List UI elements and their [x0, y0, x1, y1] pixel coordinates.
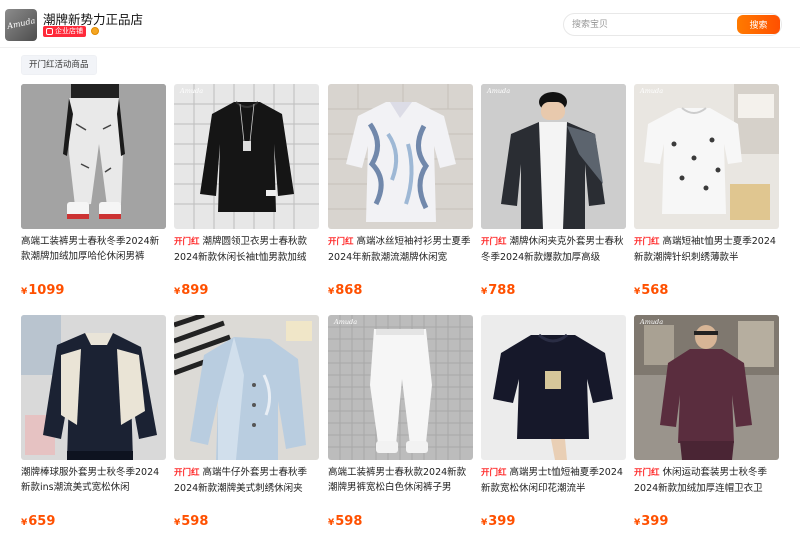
price-value: 788 [488, 283, 516, 298]
currency-symbol: ¥ [634, 518, 641, 528]
product-price: ¥568 [634, 283, 668, 298]
product-title[interactable]: 开门红 高端男士t恤短袖夏季2024新款宽松休闲印花潮流半 [481, 465, 626, 495]
price-value: 899 [181, 283, 209, 298]
promo-label: 开门红 [328, 237, 354, 247]
product-image[interactable]: Amuda [634, 84, 779, 229]
currency-symbol: ¥ [481, 287, 488, 297]
product-price: ¥399 [481, 514, 515, 529]
product-price: ¥659 [21, 514, 55, 529]
shop-logo[interactable]: Amuda [5, 9, 37, 41]
price-value: 568 [641, 283, 669, 298]
product-title[interactable]: 开门红 潮牌休闲夹克外套男士春秋冬季2024新款爆款加厚高级 [481, 234, 626, 264]
product-price: ¥899 [174, 283, 208, 298]
product-price: ¥399 [634, 514, 668, 529]
product-title[interactable]: 高端工装裤男士春秋款2024新款潮牌男裤宽松白色休闲裤子男 [328, 465, 473, 495]
price-value: 598 [181, 514, 209, 529]
price-value: 399 [488, 514, 516, 529]
product-title[interactable]: 开门红 高端冰丝短袖衬衫男士夏季2024年新款潮流潮牌休闲宽 [328, 234, 473, 264]
promo-label: 开门红 [634, 237, 660, 247]
search-input[interactable] [572, 16, 732, 34]
watermark-text: Amuda [639, 87, 663, 95]
watermark-text: Amuda [639, 318, 663, 326]
price-value: 399 [641, 514, 669, 529]
product-price: ¥598 [174, 514, 208, 529]
section-tag[interactable]: 开门红活动商品 [21, 55, 97, 75]
currency-symbol: ¥ [174, 518, 181, 528]
product-title-text: 高端工装裤男士春秋冬季2024新款潮牌加绒加厚哈伦休闲男裤 [21, 236, 160, 262]
product-price: ¥788 [481, 283, 515, 298]
product-title[interactable]: 开门红 高端牛仔外套男士春秋季2024新款潮牌美式刺绣休闲夹 [174, 465, 319, 495]
product-image[interactable]: Amuda [328, 315, 473, 460]
shop-level-icon [91, 27, 99, 35]
search-button[interactable]: 搜索 [737, 15, 780, 34]
watermark-text: Amuda [333, 318, 357, 326]
product-image[interactable] [21, 315, 166, 460]
product-title-text: 高端工装裤男士春秋款2024新款潮牌男裤宽松白色休闲裤子男 [328, 467, 467, 493]
product-title[interactable]: 开门红 休闲运动套装男士秋冬季2024新款加绒加厚连帽卫衣卫 [634, 465, 779, 495]
product-title[interactable]: 高端工装裤男士春秋冬季2024新款潮牌加绒加厚哈伦休闲男裤 [21, 234, 166, 264]
currency-symbol: ¥ [21, 287, 28, 297]
currency-symbol: ¥ [174, 287, 181, 297]
promo-label: 开门红 [481, 468, 507, 478]
product-title[interactable]: 潮牌棒球服外套男士秋冬季2024新款ins潮流美式宽松休闲 [21, 465, 166, 495]
currency-symbol: ¥ [481, 518, 488, 528]
price-value: 659 [28, 514, 56, 529]
product-image[interactable] [481, 315, 626, 460]
shop-logo-text: Amuda [6, 16, 37, 31]
product-price: ¥598 [328, 514, 362, 529]
product-price: ¥868 [328, 283, 362, 298]
promo-label: 开门红 [174, 468, 200, 478]
product-image[interactable] [21, 84, 166, 229]
shop-header: Amuda 潮牌新势力正品店 企业店铺 搜索 [0, 0, 800, 48]
product-section: 开门红活动商品 高端工装裤男士春秋冬季2024新款潮牌加绒加厚哈伦休闲男裤 ¥1… [0, 48, 800, 541]
promo-label: 开门红 [634, 468, 660, 478]
product-image[interactable] [174, 315, 319, 460]
product-title-text: 潮牌棒球服外套男士秋冬季2024新款ins潮流美式宽松休闲 [21, 467, 160, 493]
promo-label: 开门红 [481, 237, 507, 247]
watermark-text: Amuda [486, 87, 510, 95]
currency-symbol: ¥ [21, 518, 28, 528]
currency-symbol: ¥ [634, 287, 641, 297]
price-value: 1099 [28, 283, 65, 298]
product-image[interactable]: Amuda [481, 84, 626, 229]
product-price: ¥1099 [21, 283, 64, 298]
enterprise-store-label: 企业店铺 [55, 27, 83, 35]
watermark-text: Amuda [179, 87, 203, 95]
promo-label: 开门红 [174, 237, 200, 247]
currency-symbol: ¥ [328, 518, 335, 528]
product-title[interactable]: 开门红 高端短袖t恤男士夏季2024新款潮牌针织刺绣薄款半 [634, 234, 779, 264]
product-image[interactable] [328, 84, 473, 229]
product-title[interactable]: 开门红 潮牌圆领卫衣男士春秋款2024新款休闲长袖t恤男款加绒 [174, 234, 319, 264]
store-icon [46, 28, 53, 35]
product-image[interactable]: Amuda [634, 315, 779, 460]
price-value: 868 [335, 283, 363, 298]
price-value: 598 [335, 514, 363, 529]
currency-symbol: ¥ [328, 287, 335, 297]
enterprise-store-badge: 企业店铺 [43, 26, 86, 37]
product-image[interactable]: Amuda [174, 84, 319, 229]
